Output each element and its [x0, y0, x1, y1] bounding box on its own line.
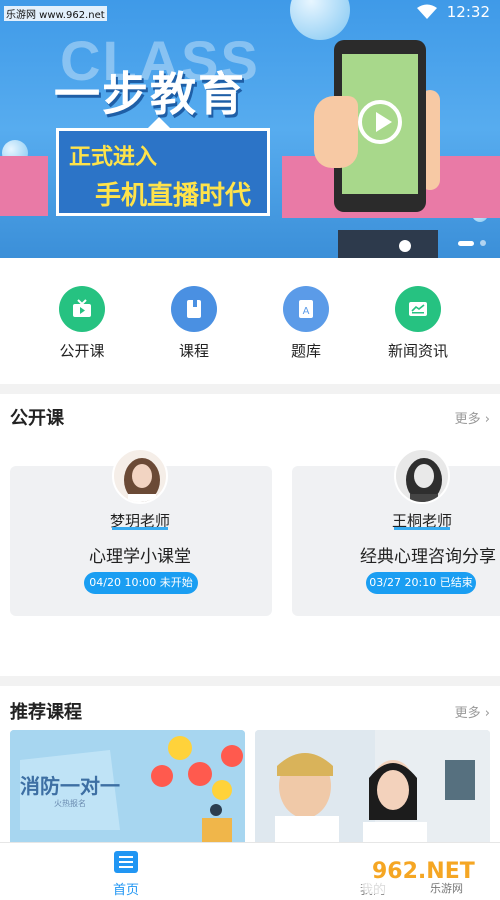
banner-subtitle-box: 正式进入 手机直播时代 — [56, 117, 270, 216]
quick-nav-label: 题库 — [290, 342, 321, 360]
quick-nav-label: 课程 — [178, 342, 209, 360]
quick-nav: 公开课 课程 A 题库 新闻资讯 — [0, 258, 500, 384]
quick-nav-course[interactable]: 课程 — [138, 258, 250, 384]
news-icon — [395, 286, 441, 332]
teacher-underline — [394, 527, 450, 530]
status-badge: 03/27 20:10 已结束 — [366, 572, 476, 594]
watermark-logo-small: 乐游网 — [430, 882, 463, 895]
carousel-indicator[interactable] — [458, 240, 486, 246]
tab-label: 首页 — [112, 883, 139, 898]
carousel-dot[interactable] — [480, 240, 486, 246]
open-class-header: 公开课 更多 › — [0, 396, 500, 436]
section-divider — [0, 676, 500, 686]
hand-illustration — [314, 96, 358, 168]
banner-subtitle-line2: 手机直播时代 — [95, 181, 252, 211]
status-right: 12:32 — [416, 3, 490, 21]
question-bank-icon: A — [283, 286, 329, 332]
quick-nav-news[interactable]: 新闻资讯 — [362, 258, 474, 384]
section-divider — [0, 384, 500, 394]
svg-text:A: A — [303, 306, 310, 317]
sleeve-illustration — [338, 230, 438, 258]
avatar — [394, 448, 450, 504]
quick-nav-question-bank[interactable]: A 题库 — [250, 258, 362, 384]
banner-pink-block — [0, 156, 48, 216]
lesson-title: 心理学小课堂 — [89, 547, 191, 567]
status-badge: 04/20 10:00 未开始 — [84, 572, 198, 594]
phone-home-button — [399, 240, 411, 252]
hero-banner[interactable]: CLASS 一步教育 正式进入 手机直播时代 — [0, 0, 500, 258]
recommended-caption: 消防一对一 — [20, 774, 120, 798]
book-icon — [171, 286, 217, 332]
more-link[interactable]: 更多 › — [455, 702, 490, 721]
recommended-subcaption: 火热报名 — [54, 799, 86, 808]
avatar — [112, 448, 168, 504]
banner-headline: 一步教育 — [54, 67, 246, 121]
quick-nav-label: 公开课 — [59, 342, 105, 360]
quick-nav-open-class[interactable]: 公开课 — [26, 258, 138, 384]
status-time: 12:32 — [446, 3, 490, 21]
watermark-text: 乐游网 www.962.net — [4, 6, 107, 21]
home-list-icon — [114, 851, 138, 873]
tv-icon — [59, 286, 105, 332]
recommended-course-image[interactable] — [255, 730, 490, 842]
tab-home[interactable]: 首页 — [98, 851, 154, 898]
recommended-course-image[interactable]: 消防一对一 火热报名 — [10, 730, 245, 842]
section-title: 推荐课程 — [10, 702, 82, 723]
status-bar: 乐游网 www.962.net 12:32 — [0, 0, 500, 26]
banner-subtitle-line1: 正式进入 — [69, 145, 158, 170]
watermark-logo-big: 962.NET — [372, 859, 475, 884]
carousel-dot-active[interactable] — [458, 240, 474, 246]
quick-nav-label: 新闻资讯 — [387, 342, 448, 360]
section-title: 公开课 — [10, 408, 64, 429]
more-link[interactable]: 更多 › — [455, 408, 490, 427]
recommended-header: 推荐课程 更多 › — [0, 690, 500, 730]
lesson-title: 经典心理咨询分享 — [360, 547, 496, 567]
wifi-icon — [416, 4, 437, 19]
play-icon — [358, 100, 402, 144]
teacher-underline — [112, 527, 168, 530]
watermark-logo: 962.NET 乐游网 — [360, 850, 494, 896]
